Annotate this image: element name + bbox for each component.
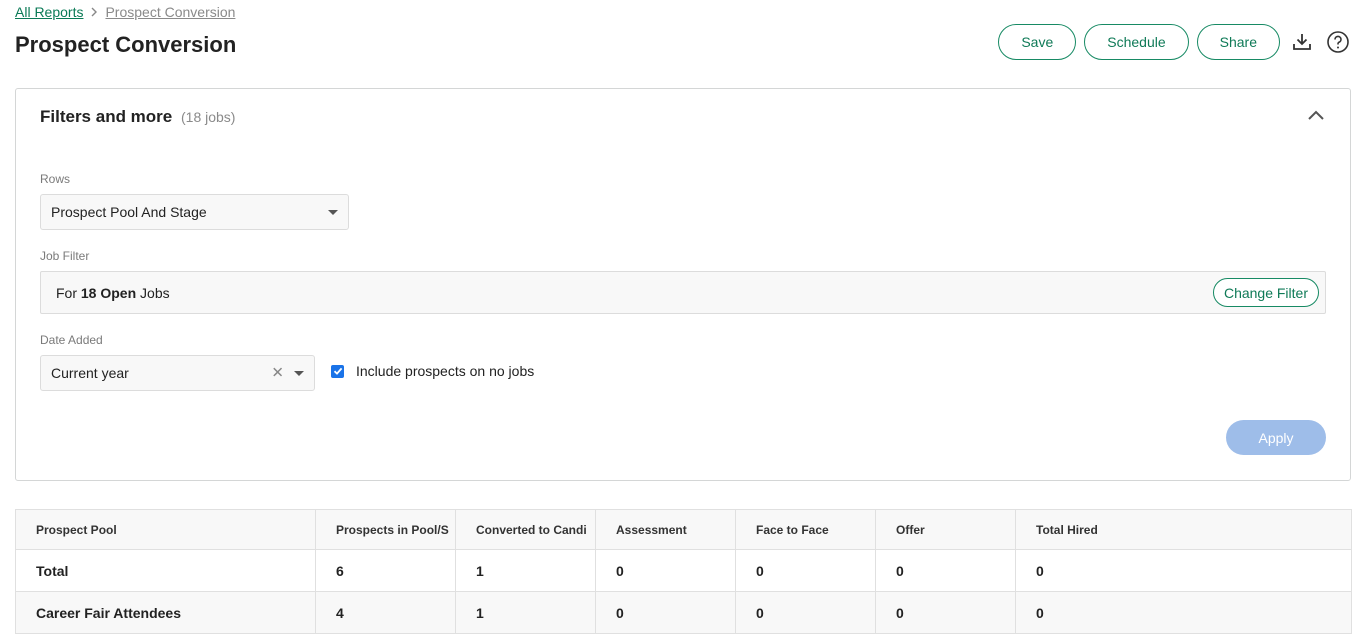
clear-icon[interactable]: ✕ bbox=[271, 364, 284, 382]
caret-down-icon bbox=[328, 210, 338, 215]
filters-job-count: (18 jobs) bbox=[181, 109, 236, 125]
column-header-offer[interactable]: Offer bbox=[875, 509, 1016, 550]
job-filter-suffix: Jobs bbox=[140, 284, 170, 301]
table-cell: 0 bbox=[595, 549, 736, 592]
include-no-jobs-option[interactable]: Include prospects on no jobs bbox=[331, 363, 534, 379]
apply-button[interactable]: Apply bbox=[1226, 420, 1326, 455]
page-title: Prospect Conversion bbox=[15, 32, 237, 57]
include-no-jobs-checkbox[interactable] bbox=[331, 364, 344, 378]
schedule-button[interactable]: Schedule bbox=[1084, 24, 1189, 60]
job-filter-emphasis: 18 Open bbox=[80, 284, 137, 301]
share-button[interactable]: Share bbox=[1196, 24, 1280, 60]
table-header-row: Prospect Pool Prospects in Pool/S Conver… bbox=[15, 509, 1352, 550]
table-cell: Career Fair Attendees bbox=[15, 591, 316, 634]
breadcrumb: All Reports Prospect Conversion bbox=[15, 4, 235, 20]
date-added-value: Current year bbox=[51, 365, 129, 381]
table-cell: 0 bbox=[875, 591, 1016, 634]
caret-down-icon bbox=[294, 371, 304, 376]
breadcrumb-current[interactable]: Prospect Conversion bbox=[105, 4, 235, 20]
column-header-assessment[interactable]: Assessment bbox=[595, 509, 736, 550]
download-icon[interactable] bbox=[1288, 28, 1316, 56]
breadcrumb-all-reports-link[interactable]: All Reports bbox=[15, 4, 83, 20]
table-cell: Total bbox=[15, 549, 316, 592]
table-cell: 0 bbox=[595, 591, 736, 634]
date-added-label: Date Added bbox=[40, 333, 103, 347]
table-cell: 6 bbox=[315, 549, 456, 592]
chevron-right-icon bbox=[90, 7, 98, 17]
column-header-face-to-face[interactable]: Face to Face bbox=[735, 509, 876, 550]
chevron-up-icon[interactable] bbox=[1304, 103, 1328, 127]
change-filter-button[interactable]: Change Filter bbox=[1212, 278, 1319, 307]
table-cell: 0 bbox=[735, 591, 876, 634]
table-row: Total 6 1 0 0 0 0 bbox=[15, 549, 1352, 592]
date-added-select[interactable]: Current year ✕ bbox=[40, 355, 315, 391]
job-filter-prefix: For bbox=[56, 284, 77, 301]
table-cell: 0 bbox=[875, 549, 1016, 592]
job-filter-label: Job Filter bbox=[40, 249, 90, 263]
column-header-total-hired[interactable]: Total Hired bbox=[1015, 509, 1352, 550]
table-cell: 0 bbox=[1015, 549, 1352, 592]
filters-title: Filters and more (18 jobs) bbox=[40, 107, 235, 127]
filters-title-text: Filters and more bbox=[40, 107, 173, 126]
table-row: Career Fair Attendees 4 1 0 0 0 0 bbox=[15, 591, 1352, 634]
job-filter-box: For 18 Open Jobs Change Filter bbox=[40, 271, 1326, 314]
table-cell: 0 bbox=[1015, 591, 1352, 634]
header-actions: Save Schedule Share bbox=[998, 24, 1352, 60]
column-header-converted[interactable]: Converted to Candi bbox=[455, 509, 596, 550]
table-cell: 1 bbox=[455, 591, 596, 634]
column-header-prospect-pool[interactable]: Prospect Pool bbox=[15, 509, 316, 550]
help-icon[interactable] bbox=[1324, 28, 1352, 56]
table-cell: 0 bbox=[735, 549, 876, 592]
table-cell: 1 bbox=[455, 549, 596, 592]
column-header-prospects-in-pool[interactable]: Prospects in Pool/S bbox=[315, 509, 456, 550]
rows-label: Rows bbox=[40, 172, 71, 186]
include-no-jobs-label: Include prospects on no jobs bbox=[356, 363, 535, 379]
save-button[interactable]: Save bbox=[998, 24, 1077, 60]
rows-select[interactable]: Prospect Pool And Stage bbox=[40, 194, 349, 230]
filters-panel: Filters and more (18 jobs) Rows Prospect… bbox=[15, 88, 1351, 481]
rows-select-value: Prospect Pool And Stage bbox=[51, 204, 207, 220]
table-cell: 4 bbox=[315, 591, 456, 634]
report-table: Prospect Pool Prospects in Pool/S Conver… bbox=[15, 509, 1352, 634]
